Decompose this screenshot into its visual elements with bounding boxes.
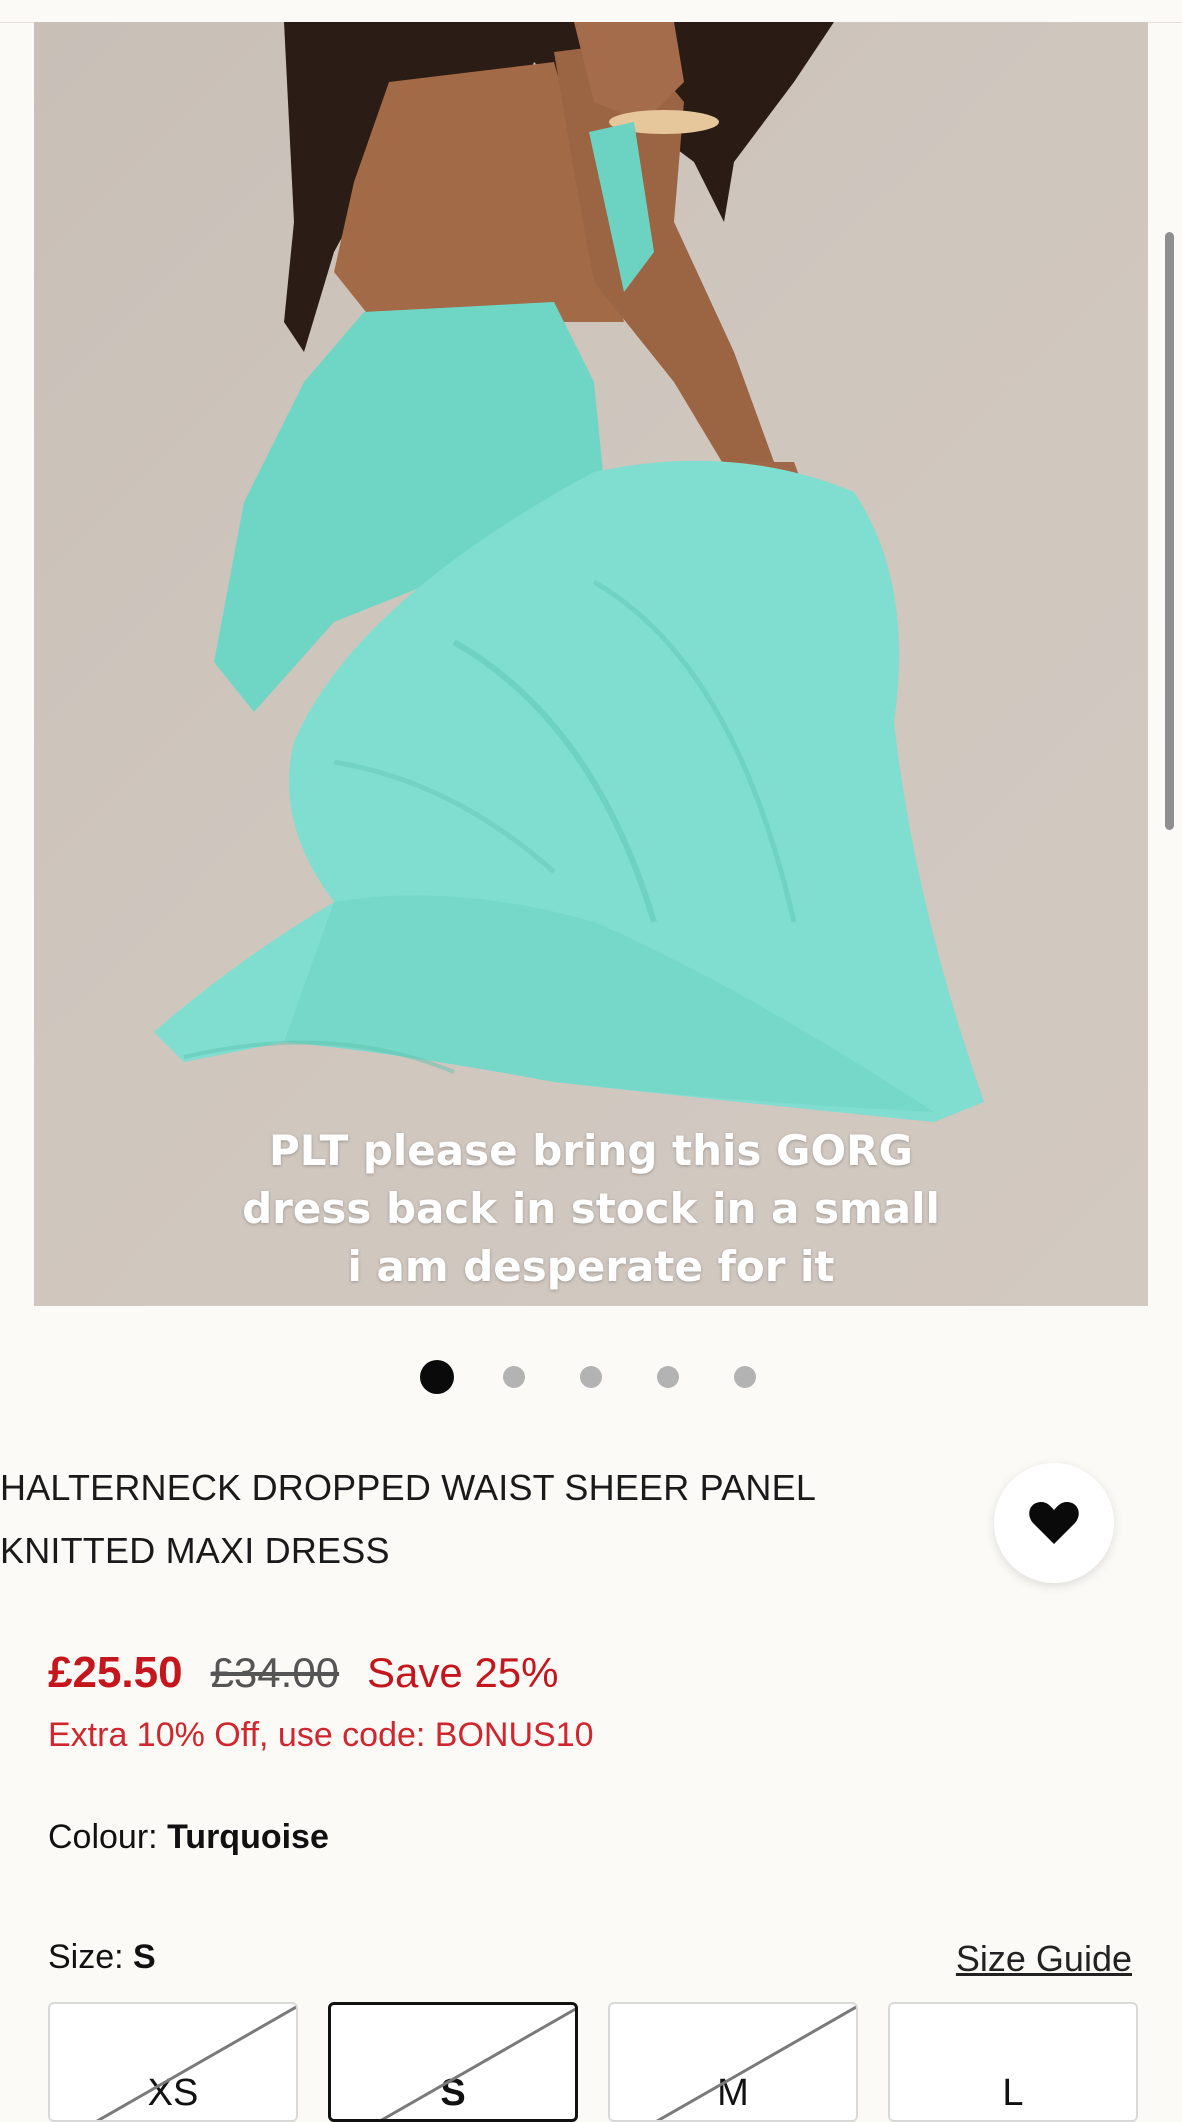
scrollbar[interactable]	[1165, 232, 1174, 830]
out-of-stock-strike	[380, 2007, 575, 2119]
dress-photo	[154, 22, 984, 1122]
current-price: £25.50	[48, 1648, 183, 1697]
product-title-line-2: KNITTED MAXI DRESS	[0, 1530, 390, 1571]
colour-label: Colour:	[48, 1818, 168, 1856]
size-options: XS S M L	[48, 2002, 1138, 2122]
pagination-dot-1[interactable]	[420, 1360, 454, 1394]
product-title: HALTERNECK DROPPED WAIST SHEER PANEL KNI…	[0, 1456, 900, 1582]
heart-icon	[1029, 1501, 1079, 1544]
caption-line-2: dress back in stock in a small	[242, 1184, 940, 1233]
colour-value: Turquoise	[167, 1818, 329, 1856]
product-image[interactable]: PLT please bring this GORG dress back in…	[34, 22, 1148, 1306]
caption-line-1: PLT please bring this GORG	[268, 1126, 913, 1175]
gallery-pagination	[0, 1360, 1182, 1394]
size-option-xs[interactable]: XS	[48, 2002, 298, 2122]
size-guide-link[interactable]: Size Guide	[956, 1938, 1132, 1980]
out-of-stock-strike	[655, 2005, 856, 2120]
original-price: £34.00	[210, 1649, 340, 1696]
pagination-dot-3[interactable]	[574, 1360, 608, 1394]
size-selection: Size: S	[48, 1938, 156, 1977]
size-option-m[interactable]: M	[608, 2002, 858, 2122]
price-row: £25.50 £34.00 Save 25%	[48, 1648, 559, 1698]
pagination-dot-2[interactable]	[497, 1360, 531, 1394]
promo-code-text: Extra 10% Off, use code: BONUS10	[48, 1716, 594, 1754]
image-caption: PLT please bring this GORG dress back in…	[34, 1122, 1148, 1296]
add-to-wishlist-button[interactable]	[994, 1463, 1114, 1583]
size-option-s[interactable]: S	[328, 2002, 578, 2122]
top-edge	[0, 0, 1182, 23]
product-title-line-1: HALTERNECK DROPPED WAIST SHEER PANEL	[0, 1467, 817, 1508]
size-option-label: L	[1002, 2071, 1024, 2114]
out-of-stock-strike	[95, 2005, 296, 2120]
size-value: S	[133, 1938, 156, 1976]
size-label: Size:	[48, 1938, 134, 1976]
size-option-l[interactable]: L	[888, 2002, 1138, 2122]
discount-label: Save 25%	[367, 1649, 559, 1696]
colour-selection: Colour: Turquoise	[48, 1818, 329, 1857]
caption-line-3: i am desperate for it	[347, 1242, 835, 1291]
pagination-dot-4[interactable]	[651, 1360, 685, 1394]
pagination-dot-5[interactable]	[728, 1360, 762, 1394]
